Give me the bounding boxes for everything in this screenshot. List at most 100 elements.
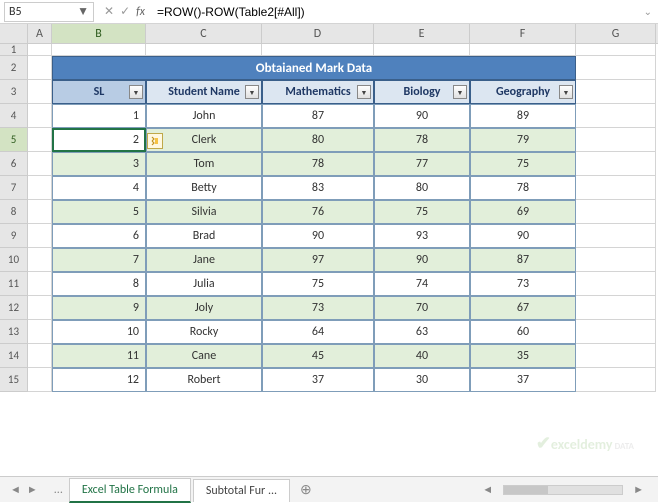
cell[interactable] (28, 344, 52, 368)
cell[interactable] (28, 296, 52, 320)
row-header[interactable]: 14 (0, 344, 28, 368)
cell-bio[interactable]: 75 (374, 200, 470, 224)
filter-dropdown-icon[interactable]: ▼ (559, 85, 573, 99)
name-box-dropdown-icon[interactable]: ▼ (77, 4, 89, 19)
cell-sl[interactable]: 12 (52, 368, 146, 392)
cell-geo[interactable]: 87 (470, 248, 576, 272)
cell-sl[interactable]: 2 (52, 128, 146, 152)
cell-geo[interactable]: 67 (470, 296, 576, 320)
cell-bio[interactable]: 70 (374, 296, 470, 320)
cell-bio[interactable]: 90 (374, 104, 470, 128)
filter-dropdown-icon[interactable]: ▼ (357, 85, 371, 99)
tab-overflow-left[interactable]: ... (48, 483, 69, 497)
col-header-b[interactable]: B (52, 24, 146, 43)
cancel-icon[interactable]: ✕ (104, 4, 114, 19)
cell[interactable] (576, 320, 656, 344)
cell-sl[interactable]: 11 (52, 344, 146, 368)
tab-nav-prev-icon[interactable]: ◄ (8, 481, 23, 498)
cell[interactable] (374, 44, 470, 56)
formula-input[interactable] (151, 3, 638, 21)
cell-geo[interactable]: 37 (470, 368, 576, 392)
row-header[interactable]: 4 (0, 104, 28, 128)
cell-bio[interactable]: 30 (374, 368, 470, 392)
cell-sl[interactable]: 10 (52, 320, 146, 344)
cell-bio[interactable]: 40 (374, 344, 470, 368)
col-header-e[interactable]: E (374, 24, 470, 43)
col-header-d[interactable]: D (262, 24, 374, 43)
cell-sl[interactable]: 1 (52, 104, 146, 128)
cell[interactable] (576, 80, 656, 104)
cell-geo[interactable]: 78 (470, 176, 576, 200)
cell-math[interactable]: 97 (262, 248, 374, 272)
cell-geo[interactable]: 89 (470, 104, 576, 128)
cell-geo[interactable]: 69 (470, 200, 576, 224)
row-header[interactable]: 2 (0, 56, 28, 80)
cell-bio[interactable]: 77 (374, 152, 470, 176)
cell[interactable] (28, 200, 52, 224)
cell[interactable] (576, 152, 656, 176)
cell-sl[interactable]: 7 (52, 248, 146, 272)
cell[interactable] (262, 44, 374, 56)
autofill-options-icon[interactable] (147, 133, 163, 149)
formula-expand-icon[interactable]: ⌄ (638, 5, 658, 18)
cell-geo[interactable]: 75 (470, 152, 576, 176)
cell-bio[interactable]: 90 (374, 248, 470, 272)
cell-sl[interactable]: 6 (52, 224, 146, 248)
filter-dropdown-icon[interactable]: ▼ (453, 85, 467, 99)
cell[interactable] (28, 56, 52, 80)
cell-geo[interactable]: 35 (470, 344, 576, 368)
cell[interactable] (576, 224, 656, 248)
cell-math[interactable]: 87 (262, 104, 374, 128)
col-header-g[interactable]: G (576, 24, 656, 43)
cell-name[interactable]: Robert (146, 368, 262, 392)
cell[interactable] (28, 128, 52, 152)
cell[interactable] (576, 44, 656, 56)
table-header-cell[interactable]: Mathematics▼ (262, 80, 374, 104)
cell[interactable] (576, 344, 656, 368)
cell-name[interactable]: Brad (146, 224, 262, 248)
cell[interactable] (28, 224, 52, 248)
cell[interactable] (28, 152, 52, 176)
cell-name[interactable]: Clerk (146, 128, 262, 152)
cell[interactable] (576, 176, 656, 200)
cell[interactable] (576, 200, 656, 224)
cell-math[interactable]: 78 (262, 152, 374, 176)
row-header[interactable]: 3 (0, 80, 28, 104)
cell-math[interactable]: 80 (262, 128, 374, 152)
scroll-track[interactable] (503, 485, 623, 495)
cell-name[interactable]: John (146, 104, 262, 128)
cell-sl[interactable]: 3 (52, 152, 146, 176)
cell-bio[interactable]: 78 (374, 128, 470, 152)
row-header[interactable]: 5 (0, 128, 28, 152)
cell[interactable] (28, 104, 52, 128)
row-header[interactable]: 11 (0, 272, 28, 296)
row-header[interactable]: 8 (0, 200, 28, 224)
cell-geo[interactable]: 90 (470, 224, 576, 248)
cell[interactable] (28, 176, 52, 200)
col-header-f[interactable]: F (470, 24, 576, 43)
cell-math[interactable]: 64 (262, 320, 374, 344)
table-title[interactable]: Obtaianed Mark Data (52, 56, 576, 80)
scroll-left-icon[interactable]: ◄ (482, 483, 493, 496)
cell-math[interactable]: 83 (262, 176, 374, 200)
cell[interactable] (146, 44, 262, 56)
row-header[interactable]: 15 (0, 368, 28, 392)
row-header[interactable]: 7 (0, 176, 28, 200)
name-box[interactable]: B5 ▼ (4, 2, 94, 22)
cell-bio[interactable]: 80 (374, 176, 470, 200)
cell[interactable] (576, 296, 656, 320)
col-header-c[interactable]: C (146, 24, 262, 43)
cell[interactable] (52, 44, 146, 56)
cell-geo[interactable]: 79 (470, 128, 576, 152)
cell-name[interactable]: Rocky (146, 320, 262, 344)
tab-other[interactable]: Subtotal Fur ... (193, 479, 290, 502)
filter-dropdown-icon[interactable]: ▼ (129, 85, 143, 99)
cell-geo[interactable]: 73 (470, 272, 576, 296)
cell-math[interactable]: 75 (262, 272, 374, 296)
cell[interactable] (28, 272, 52, 296)
row-header[interactable]: 13 (0, 320, 28, 344)
enter-icon[interactable]: ✓ (120, 4, 130, 19)
table-header-cell[interactable]: Student Name▼ (146, 80, 262, 104)
cell[interactable] (28, 44, 52, 56)
cell[interactable] (470, 44, 576, 56)
